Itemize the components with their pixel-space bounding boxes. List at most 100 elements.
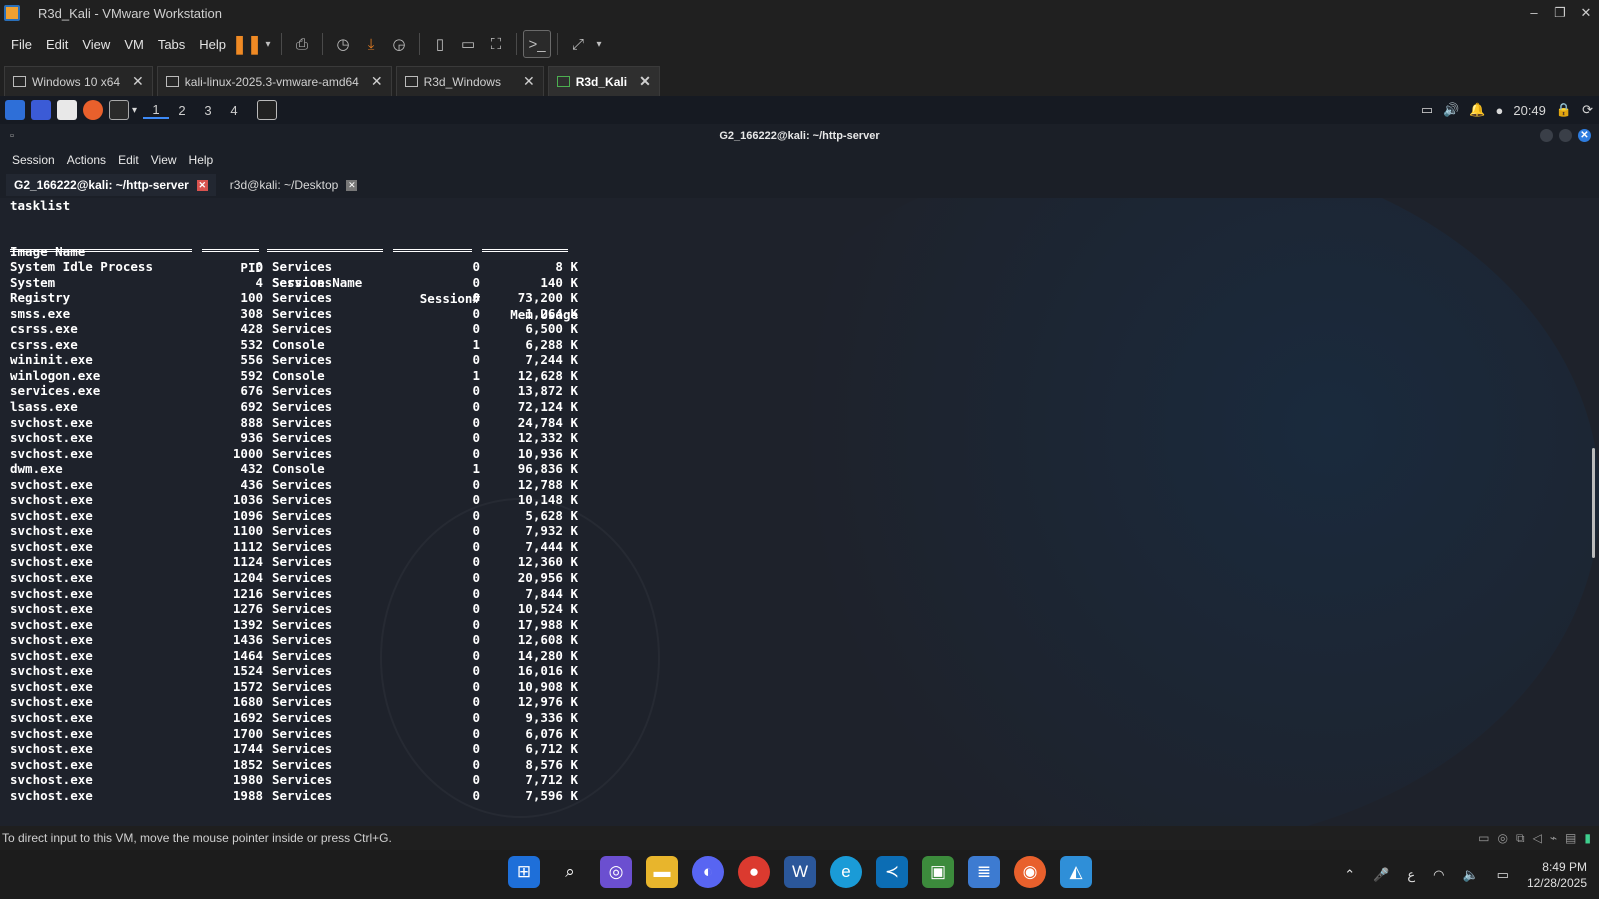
close-icon[interactable]: ✕ bbox=[1578, 129, 1591, 142]
menu-tabs[interactable]: Tabs bbox=[151, 37, 192, 52]
notification-bell-icon[interactable]: 🔔 bbox=[1469, 102, 1485, 118]
menu-actions[interactable]: Actions bbox=[61, 153, 112, 167]
show-desktop-icon[interactable] bbox=[31, 100, 51, 120]
vm-tab-kali-linux[interactable]: kali-linux-2025.3-vmware-amd64 ✕ bbox=[156, 66, 392, 96]
close-icon[interactable]: ✕ bbox=[346, 179, 358, 191]
search-icon[interactable]: ⌕ bbox=[554, 856, 586, 888]
full-screen-icon[interactable]: ⛶ bbox=[482, 30, 510, 58]
display-icon[interactable]: ▭ bbox=[1421, 102, 1433, 118]
close-icon[interactable]: ✕ bbox=[196, 179, 208, 191]
console-view-icon[interactable]: >_ bbox=[523, 30, 552, 58]
snapshot-manager-icon[interactable]: ◶ bbox=[385, 30, 413, 58]
show-library-icon[interactable]: ▯ bbox=[426, 30, 454, 58]
hard-disk-icon[interactable]: ▭ bbox=[1478, 826, 1489, 850]
vm-tab-windows10[interactable]: Windows 10 x64 ✕ bbox=[4, 66, 153, 96]
close-icon[interactable]: ✕ bbox=[523, 73, 535, 90]
snapshot-icon[interactable]: ◷ bbox=[329, 30, 357, 58]
vm-tab-r3d-windows[interactable]: R3d_Windows ✕ bbox=[395, 66, 544, 96]
sound-card-icon[interactable]: ◁ bbox=[1533, 826, 1542, 850]
chrome-icon[interactable]: ● bbox=[738, 856, 770, 888]
photos-icon[interactable]: ◭ bbox=[1060, 856, 1092, 888]
vscode-icon[interactable]: ≺ bbox=[876, 856, 908, 888]
close-button[interactable]: ✕ bbox=[1573, 0, 1599, 26]
menu-vm[interactable]: VM bbox=[117, 37, 151, 52]
input-language[interactable]: ع bbox=[1407, 867, 1415, 883]
send-ctrl-alt-del-icon[interactable]: ⎙ bbox=[288, 30, 316, 58]
chevron-up-icon[interactable]: ⌃ bbox=[1344, 867, 1355, 883]
vm-tab-r3d-kali[interactable]: R3d_Kali ✕ bbox=[547, 66, 660, 96]
process-mem-usage: 8,576 K bbox=[525, 756, 578, 772]
menu-help[interactable]: Help bbox=[183, 153, 220, 167]
terminal-window-controls: ✕ bbox=[1540, 129, 1591, 142]
kali-menu-icon[interactable] bbox=[5, 100, 25, 120]
volume-icon[interactable]: 🔊 bbox=[1443, 102, 1459, 118]
panel-clock[interactable]: 20:49 bbox=[1513, 103, 1546, 118]
terminal-output[interactable]: tasklist Image Name PID Session Name Ses… bbox=[0, 198, 1599, 826]
printer-icon[interactable]: ▤ bbox=[1565, 826, 1576, 850]
file-explorer-icon[interactable]: ▬ bbox=[646, 856, 678, 888]
stretch-guest-icon[interactable]: ⤢ bbox=[564, 30, 592, 58]
workspace-2[interactable]: 2 bbox=[169, 103, 195, 118]
taskbar-clock[interactable]: 8:49 PM 12/28/2025 bbox=[1527, 859, 1587, 891]
logout-icon[interactable]: ⟳ bbox=[1582, 102, 1593, 118]
close-icon[interactable]: ✕ bbox=[132, 73, 144, 90]
process-session-name: Services bbox=[272, 632, 333, 648]
minimize-button[interactable]: – bbox=[1521, 0, 1547, 26]
menu-edit[interactable]: Edit bbox=[39, 37, 75, 52]
firefox-icon[interactable] bbox=[83, 100, 103, 120]
message-log-icon[interactable]: ▮ bbox=[1584, 826, 1591, 850]
notepad-icon[interactable]: ≣ bbox=[968, 856, 1000, 888]
revert-snapshot-icon[interactable]: ⤓ bbox=[357, 30, 385, 58]
menu-view[interactable]: View bbox=[75, 37, 117, 52]
taskbar-terminal-icon[interactable] bbox=[257, 100, 278, 120]
snipping-tool-icon[interactable]: ◎ bbox=[600, 856, 632, 888]
pause-icon[interactable]: ❚❚ bbox=[232, 30, 262, 58]
power-status-icon[interactable]: ● bbox=[1496, 103, 1504, 118]
microphone-icon[interactable]: 🎤 bbox=[1373, 867, 1389, 883]
menu-help[interactable]: Help bbox=[192, 37, 233, 52]
terminal-scrollbar[interactable] bbox=[1592, 448, 1595, 558]
terminal-tab-desktop[interactable]: r3d@kali: ~/Desktop ✕ bbox=[222, 174, 366, 196]
file-manager-icon[interactable] bbox=[57, 100, 77, 120]
word-icon[interactable]: W bbox=[784, 856, 816, 888]
workspace-3[interactable]: 3 bbox=[195, 103, 221, 118]
discord-icon[interactable]: ◐ bbox=[692, 856, 724, 888]
cd-rom-icon[interactable]: ◎ bbox=[1498, 826, 1508, 850]
process-mem-usage: 12,360 K bbox=[517, 554, 578, 570]
menu-edit[interactable]: Edit bbox=[112, 153, 145, 167]
speaker-icon[interactable]: 🔈 bbox=[1462, 867, 1478, 883]
minimize-icon[interactable] bbox=[1540, 129, 1553, 142]
close-icon[interactable]: ✕ bbox=[639, 73, 651, 90]
vmware-icon[interactable]: ▣ bbox=[922, 856, 954, 888]
edge-icon[interactable]: e bbox=[830, 856, 862, 888]
process-session-name: Services bbox=[272, 554, 333, 570]
process-session-num: 0 bbox=[472, 585, 480, 601]
lock-icon[interactable]: 🔒 bbox=[1556, 102, 1572, 118]
process-session-name: Services bbox=[272, 398, 333, 414]
process-session-num: 0 bbox=[472, 445, 480, 461]
thumbnail-bar-icon[interactable]: ▭ bbox=[454, 30, 482, 58]
terminal-tab-http-server[interactable]: G2_166222@kali: ~/http-server ✕ bbox=[6, 174, 216, 196]
menu-session[interactable]: Session bbox=[6, 153, 61, 167]
start-icon[interactable]: ⊞ bbox=[508, 856, 540, 888]
process-session-num: 0 bbox=[472, 305, 480, 321]
battery-icon[interactable]: ▭ bbox=[1497, 867, 1509, 883]
chevron-down-icon[interactable]: ▾ bbox=[132, 105, 137, 116]
usb-icon[interactable]: ⌁ bbox=[1550, 826, 1557, 850]
maximize-icon[interactable] bbox=[1559, 129, 1572, 142]
workspace-1[interactable]: 1 bbox=[143, 102, 170, 119]
workspace-4[interactable]: 4 bbox=[221, 103, 247, 118]
process-pid: 676 bbox=[240, 383, 263, 399]
menu-file[interactable]: File bbox=[4, 37, 39, 52]
terminal-icon[interactable] bbox=[109, 100, 129, 120]
chevron-down-icon[interactable]: ▾ bbox=[261, 30, 275, 58]
terminal-menu-bar: Session Actions Edit View Help bbox=[0, 148, 1599, 172]
close-icon[interactable]: ✕ bbox=[371, 73, 383, 90]
restore-button[interactable]: ❐ bbox=[1547, 0, 1573, 26]
wifi-icon[interactable]: ◠ bbox=[1433, 867, 1444, 883]
chevron-down-icon[interactable]: ▾ bbox=[592, 30, 606, 58]
process-session-num: 0 bbox=[472, 274, 480, 290]
network-adapter-icon[interactable]: ⧉ bbox=[1516, 826, 1525, 850]
firefox-icon[interactable]: ◉ bbox=[1014, 856, 1046, 888]
menu-view[interactable]: View bbox=[145, 153, 183, 167]
